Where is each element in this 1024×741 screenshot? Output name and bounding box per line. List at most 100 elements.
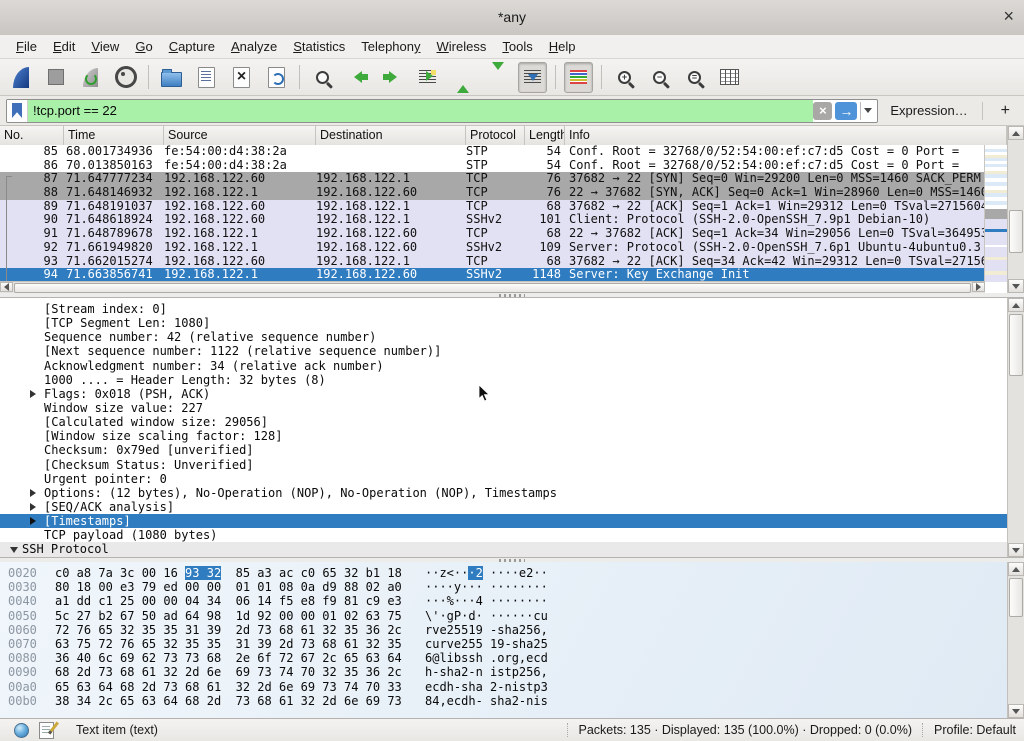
scrollbar-thumb[interactable] [1009, 210, 1023, 253]
tree-item[interactable]: Sequence number: 42 (relative sequence n… [0, 330, 1007, 344]
table-row[interactable]: 9471.663856741192.168.122.1192.168.122.6… [0, 268, 985, 282]
menu-capture[interactable]: Capture [161, 37, 223, 56]
menu-help[interactable]: Help [541, 37, 584, 56]
menu-go[interactable]: Go [127, 37, 160, 56]
table-row[interactable]: 9271.661949820192.168.122.1192.168.122.6… [0, 241, 985, 255]
filter-history-dropdown[interactable] [860, 102, 875, 120]
hex-row[interactable]: 006072 76 65 32 35 35 31 39 2d 73 68 61 … [8, 623, 1007, 637]
menu-wireless[interactable]: Wireless [429, 37, 495, 56]
filter-clear-button[interactable]: × [813, 102, 832, 120]
tree-item[interactable]: [Window size scaling factor: 128] [0, 429, 1007, 443]
table-row[interactable]: 9371.662015274192.168.122.60192.168.122.… [0, 255, 985, 269]
menu-view[interactable]: View [83, 37, 127, 56]
menu-statistics[interactable]: Statistics [285, 37, 353, 56]
scrollbar-thumb[interactable] [1009, 314, 1023, 376]
column-header-info[interactable]: Info [565, 126, 1007, 145]
column-header-destination[interactable]: Destination [316, 126, 466, 145]
colorize-packets-button[interactable] [564, 62, 593, 93]
capture-comment-icon[interactable] [39, 722, 54, 739]
capture-options-button[interactable] [111, 62, 140, 93]
tree-item[interactable]: SSH Protocol [0, 542, 1007, 556]
close-window-icon[interactable]: × [1003, 6, 1014, 26]
tree-item[interactable]: 1000 .... = Header Length: 32 bytes (8) [0, 373, 1007, 387]
scroll-down-icon[interactable] [1008, 543, 1024, 557]
zoom-out-button[interactable]: − [645, 62, 674, 93]
tree-item[interactable]: Flags: 0x018 (PSH, ACK) [0, 387, 1007, 401]
profile-text[interactable]: Profile: Default [934, 723, 1024, 737]
add-filter-button[interactable]: + [993, 102, 1018, 120]
intelligent-scrollbar-minimap[interactable] [984, 145, 1007, 282]
save-file-button[interactable] [192, 62, 221, 93]
tree-item[interactable]: Options: (12 bytes), No-Operation (NOP),… [0, 486, 1007, 500]
reload-file-button[interactable] [262, 62, 291, 93]
hex-row[interactable]: 009068 2d 73 68 61 32 2d 6e 69 73 74 70 … [8, 665, 1007, 679]
stop-capture-button[interactable] [41, 62, 70, 93]
tree-item[interactable]: [Calculated window size: 29056] [0, 415, 1007, 429]
hex-row[interactable]: 00505c 27 b2 67 50 ad 64 98 1d 92 00 00 … [8, 609, 1007, 623]
menu-edit[interactable]: Edit [45, 37, 83, 56]
table-row[interactable]: 9171.648789678192.168.122.1192.168.122.6… [0, 227, 985, 241]
hex-row[interactable]: 003080 18 00 e3 79 ed 00 00 01 01 08 0a … [8, 580, 1007, 594]
column-header-source[interactable]: Source [164, 126, 316, 145]
next-packet-button[interactable] [378, 62, 407, 93]
auto-scroll-button[interactable] [518, 62, 547, 93]
menu-analyze[interactable]: Analyze [223, 37, 285, 56]
table-row[interactable]: 8670.013850163fe:54:00:d4:38:2aSTP54Conf… [0, 159, 985, 173]
resize-columns-button[interactable] [715, 62, 744, 93]
tree-item[interactable]: [Next sequence number: 1122 (relative se… [0, 344, 1007, 358]
packet-list-hscrollbar[interactable] [0, 281, 985, 293]
start-capture-button[interactable] [6, 62, 35, 93]
expression-button[interactable]: Expression… [890, 103, 967, 118]
scroll-down-icon[interactable] [1008, 279, 1024, 293]
tree-item[interactable]: [Timestamps] [0, 514, 1007, 528]
scroll-down-icon[interactable] [1008, 704, 1024, 718]
expand-right-icon[interactable] [30, 517, 40, 525]
bytes-vscrollbar[interactable] [1007, 562, 1024, 718]
menu-tools[interactable]: Tools [494, 37, 540, 56]
go-to-packet-button[interactable] [413, 62, 442, 93]
menu-telephony[interactable]: Telephony [353, 37, 428, 56]
tree-item[interactable]: [SEQ/ACK analysis] [0, 500, 1007, 514]
details-vscrollbar[interactable] [1007, 298, 1024, 557]
column-header-length[interactable]: Length [525, 126, 565, 145]
filter-bookmark-button[interactable] [7, 100, 28, 122]
filter-apply-button[interactable]: → [835, 102, 857, 120]
column-header-no[interactable]: No. [0, 126, 64, 145]
last-packet-button[interactable] [483, 62, 512, 93]
tree-item[interactable]: Urgent pointer: 0 [0, 472, 1007, 486]
tree-item[interactable]: [Stream index: 0] [0, 302, 1007, 316]
column-header-time[interactable]: Time [64, 126, 164, 145]
display-filter-field[interactable]: !tcp.port == 22 × → [6, 99, 878, 123]
table-row[interactable]: 8871.648146932192.168.122.1192.168.122.6… [0, 186, 985, 200]
table-row[interactable]: 9071.648618924192.168.122.60192.168.122.… [0, 213, 985, 227]
menu-file[interactable]: File [8, 37, 45, 56]
zoom-reset-button[interactable]: = [680, 62, 709, 93]
packet-list-vscrollbar[interactable] [1007, 126, 1024, 293]
tree-item[interactable]: Window size value: 227 [0, 401, 1007, 415]
filter-input[interactable]: !tcp.port == 22 [28, 100, 813, 122]
first-packet-button[interactable] [448, 62, 477, 93]
column-header-protocol[interactable]: Protocol [466, 126, 525, 145]
tree-item[interactable]: Checksum: 0x79ed [unverified] [0, 443, 1007, 457]
scroll-right-icon[interactable] [972, 282, 985, 292]
restart-capture-button[interactable] [76, 62, 105, 93]
expand-right-icon[interactable] [30, 489, 40, 497]
scroll-up-icon[interactable] [1008, 298, 1024, 312]
open-file-button[interactable] [157, 62, 186, 93]
hex-row[interactable]: 00b038 34 2c 65 63 64 68 2d 73 68 61 32 … [8, 694, 1007, 708]
expert-info-icon[interactable] [14, 723, 29, 738]
find-packet-button[interactable] [308, 62, 337, 93]
zoom-in-button[interactable]: + [610, 62, 639, 93]
table-row[interactable]: 8771.647777234192.168.122.60192.168.122.… [0, 172, 985, 186]
scroll-up-icon[interactable] [1008, 562, 1024, 576]
hex-row[interactable]: 0040a1 dd c1 25 00 00 04 34 06 14 f5 e8 … [8, 594, 1007, 608]
table-row[interactable]: 8568.001734936fe:54:00:d4:38:2aSTP54Conf… [0, 145, 985, 159]
scrollbar-thumb[interactable] [1009, 578, 1023, 617]
tree-item[interactable]: Acknowledgment number: 34 (relative ack … [0, 359, 1007, 373]
scroll-left-icon[interactable] [0, 282, 13, 292]
close-file-button[interactable] [227, 62, 256, 93]
tree-item[interactable]: TCP payload (1080 bytes) [0, 528, 1007, 542]
tree-item[interactable]: [Checksum Status: Unverified] [0, 458, 1007, 472]
tree-item[interactable]: [TCP Segment Len: 1080] [0, 316, 1007, 330]
expand-right-icon[interactable] [30, 503, 40, 511]
